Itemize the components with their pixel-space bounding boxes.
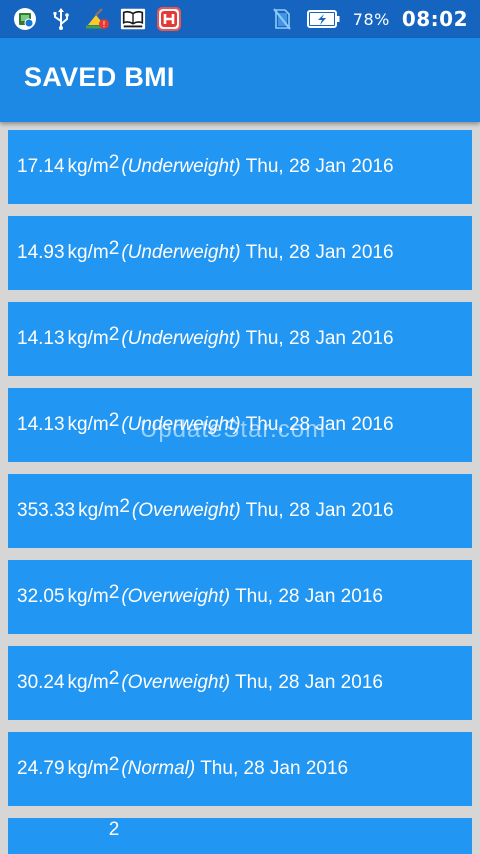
battery-percent: 78%	[352, 9, 390, 29]
book-icon	[120, 6, 146, 32]
bmi-category: (Underweight)	[121, 328, 241, 349]
list-item[interactable]: 17.14 kg/m 2 (Underweight) Thu, 28 Jan 20…	[8, 130, 472, 204]
bmi-unit: kg/m	[67, 586, 109, 607]
no-sim-icon	[269, 6, 295, 32]
bmi-value: 24.79	[17, 758, 65, 779]
bmi-category: (Underweight)	[121, 156, 241, 177]
bmi-date: Thu, 28 Jan 2016	[245, 414, 394, 435]
list-item[interactable]: 353.33 kg/m 2 (Overweight) Thu, 28 Jan 20…	[8, 474, 472, 548]
bmi-value: 353.33	[17, 500, 76, 521]
bmi-date: Thu, 28 Jan 2016	[245, 242, 394, 263]
bmi-date: Thu, 28 Jan 2016	[235, 586, 383, 607]
bmi-value: 14.13	[17, 414, 65, 435]
bmi-category: (Overweight)	[121, 672, 231, 693]
bmi-category: (Underweight)	[121, 242, 241, 263]
bmi-value: 30.24	[17, 672, 65, 693]
bmi-date: Thu, 28 Jan 2016	[245, 500, 394, 521]
list-item[interactable]: 14.13 kg/m 2 (Underweight) Thu, 28 Jan 20…	[8, 388, 472, 462]
status-bar: ! 78% 08:02	[0, 0, 480, 38]
clock: 08:02	[401, 7, 468, 31]
list-item[interactable]: 24.79 kg/m 2 (Normal) Thu, 28 Jan 2016	[8, 732, 472, 806]
battery-charging-icon	[306, 6, 341, 32]
list-item[interactable]: 14.13 kg/m 2 (Underweight) Thu, 28 Jan 20…	[8, 302, 472, 376]
bmi-date: Thu, 28 Jan 2016	[245, 156, 394, 177]
app-bar: SAVED BMI	[0, 38, 480, 122]
bmi-category: (Normal)	[121, 758, 196, 779]
bmi-date: Thu, 28 Jan 2016	[245, 328, 394, 349]
bmi-unit: kg/m	[67, 156, 109, 177]
notification-icons: !	[12, 6, 182, 32]
system-indicators: 78% 08:02	[269, 0, 468, 38]
bmi-date: Thu, 28 Jan 2016	[200, 758, 349, 779]
page-title: SAVED BMI	[24, 62, 175, 92]
list-item-partial[interactable]: 00.00 kg/m2	[8, 818, 472, 854]
bmi-value: 14.13	[17, 328, 65, 349]
bmi-unit: kg/m	[67, 758, 109, 779]
hotel-app-icon	[156, 6, 182, 32]
bmi-value: 17.14	[17, 156, 65, 177]
list-item[interactable]: 30.24 kg/m 2 (Overweight) Thu, 28 Jan 201…	[8, 646, 472, 720]
list-item[interactable]: 32.05 kg/m 2 (Overweight) Thu, 28 Jan 201…	[8, 560, 472, 634]
bmi-category: (Overweight)	[121, 586, 231, 607]
bmi-unit: kg/m	[67, 328, 109, 349]
bmi-date: Thu, 28 Jan 2016	[235, 672, 383, 693]
image-icon	[12, 6, 38, 32]
list-item[interactable]: 14.93 kg/m 2 (Underweight) Thu, 28 Jan 20…	[8, 216, 472, 290]
bmi-unit: kg/m	[78, 500, 120, 521]
bmi-value: 32.05	[17, 586, 65, 607]
broom-icon: !	[84, 6, 110, 32]
bmi-category: (Underweight)	[121, 414, 241, 435]
usb-icon	[48, 6, 74, 32]
svg-text:!: !	[102, 20, 105, 29]
bmi-category: (Overweight)	[131, 500, 241, 521]
bmi-unit: kg/m	[67, 242, 109, 263]
bmi-unit: kg/m	[67, 672, 109, 693]
bmi-value: 14.93	[17, 242, 65, 263]
bmi-unit: kg/m	[67, 414, 109, 435]
saved-bmi-list: 17.14 kg/m 2 (Underweight) Thu, 28 Jan 20…	[0, 122, 480, 854]
